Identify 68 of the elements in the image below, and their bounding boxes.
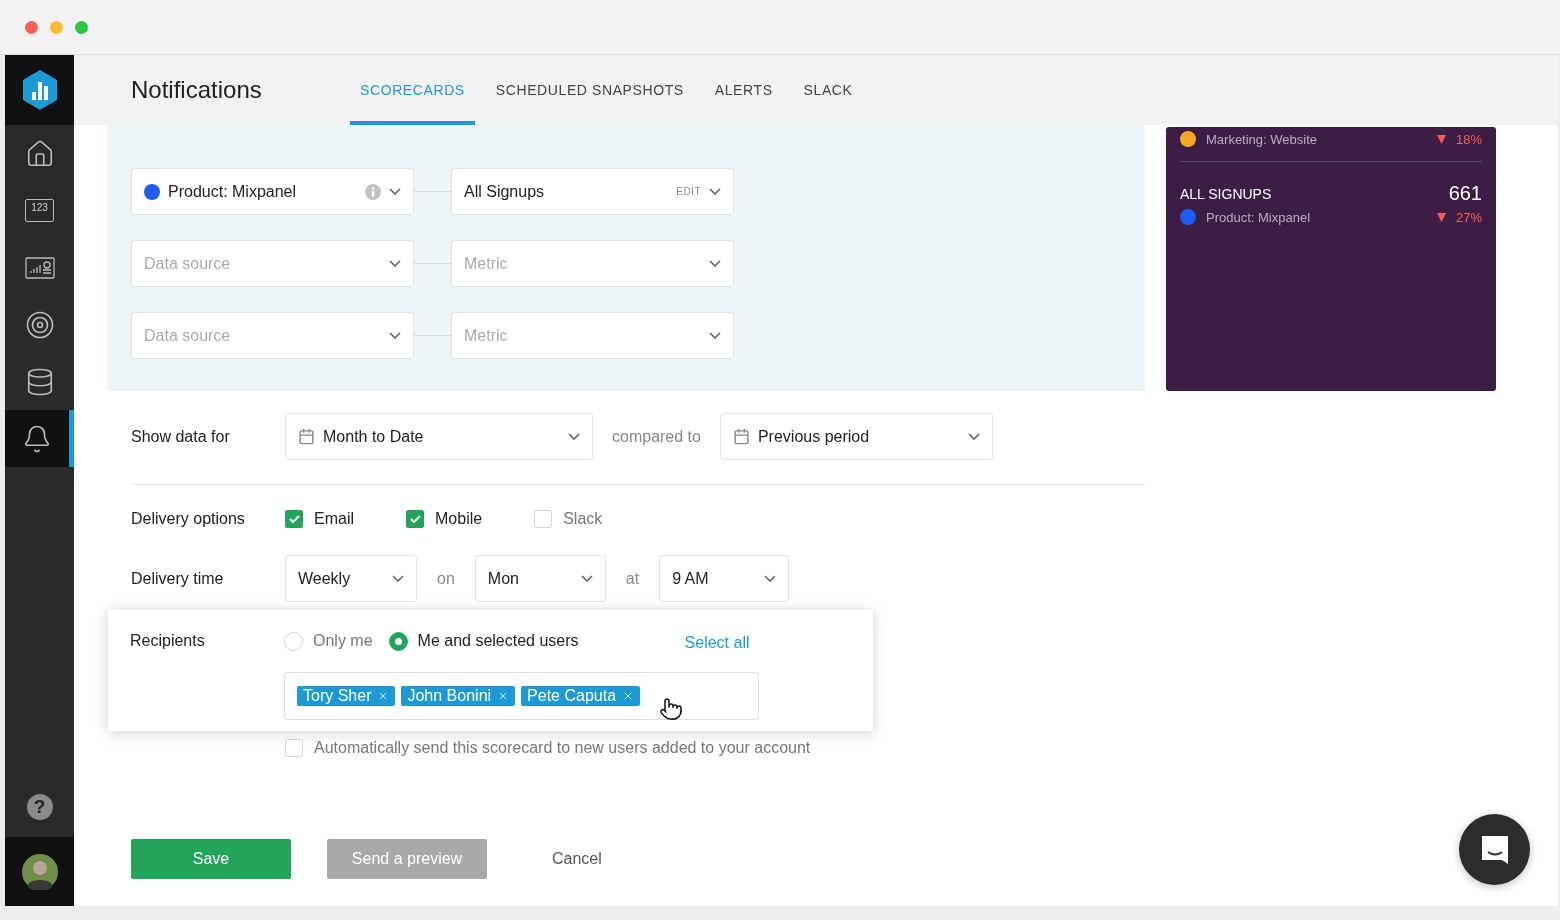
chevron-down-icon <box>389 260 401 267</box>
metric-source: Product: Mixpanel <box>1206 209 1312 225</box>
checkbox-label: Slack <box>563 509 603 528</box>
field-label: Recipients <box>130 632 206 650</box>
chevron-down-icon <box>709 188 721 195</box>
tab[interactable]: ALERTS <box>704 55 783 125</box>
metric-source: Marketing: Website <box>1206 131 1319 147</box>
chevron-down-icon <box>709 332 721 339</box>
checkbox[interactable] <box>406 509 424 528</box>
sidebar-item[interactable] <box>5 410 74 467</box>
numbers-icon: 123 <box>25 199 54 222</box>
metric-select[interactable]: All Signups EDIT <box>451 168 734 215</box>
chevron-down-icon <box>580 575 593 582</box>
user-tag: Tory Sher <box>297 686 396 706</box>
comparison-select[interactable]: Previous period <box>719 413 993 460</box>
calendar-icon <box>298 428 315 445</box>
logo-icon[interactable] <box>20 69 59 111</box>
zoom-window-button[interactable] <box>75 20 88 34</box>
page-title: Notifications <box>131 76 263 104</box>
chevron-down-icon <box>392 575 404 582</box>
field-label: Delivery time <box>131 569 225 588</box>
chevron-down-icon <box>764 575 777 582</box>
checkbox-label: Automatically send this scorecard to new users added to your account <box>314 739 811 757</box>
check-icon <box>409 514 421 523</box>
tab[interactable]: SLACK <box>793 55 863 125</box>
field-label: on <box>437 569 455 588</box>
metric-title: ALL SIGNUPS <box>1180 185 1273 202</box>
checkbox-label: Mobile <box>435 509 483 528</box>
field-label: compared to <box>612 427 701 446</box>
radio-label: Me and selected users <box>417 632 579 650</box>
cancel-button[interactable]: Cancel <box>546 849 608 869</box>
metric-change: 27% <box>1455 209 1482 225</box>
metric-value: 661 <box>1448 182 1482 205</box>
user-tag: John Bonini <box>401 686 516 706</box>
chevron-down-icon <box>389 332 401 339</box>
data-source-select[interactable]: Product: Mixpanel <box>131 168 414 215</box>
radio-button[interactable] <box>388 631 408 651</box>
field-label: Delivery options <box>131 509 246 528</box>
bell-icon <box>22 423 52 454</box>
edit-link[interactable]: EDIT <box>676 186 701 197</box>
day-select[interactable]: Mon <box>474 555 606 602</box>
close-window-button[interactable] <box>25 20 38 34</box>
field-label: Show data for <box>131 427 231 446</box>
radio-label: Only me <box>313 632 373 650</box>
avatar[interactable] <box>21 853 58 890</box>
down-triangle-icon <box>1436 212 1446 222</box>
chevron-down-icon <box>967 433 980 440</box>
tab[interactable]: SCHEDULED SNAPSHOTS <box>485 55 694 125</box>
calendar-icon <box>732 428 750 445</box>
chat-button[interactable] <box>1459 814 1530 885</box>
user-tag: Pete Caputa <box>521 686 641 706</box>
field-label: at <box>625 569 640 588</box>
chevron-down-icon <box>709 260 721 267</box>
checkbox[interactable] <box>285 509 303 528</box>
metric-change: 18% <box>1455 131 1482 147</box>
target-icon <box>24 309 55 340</box>
chevron-down-icon <box>389 188 401 195</box>
chevron-down-icon <box>568 433 580 440</box>
time-select[interactable]: 9 AM <box>659 555 790 602</box>
frequency-select[interactable]: Weekly <box>285 555 417 602</box>
down-triangle-icon <box>1436 134 1446 144</box>
sidebar-item[interactable]: 123 <box>5 182 74 239</box>
dashboard-icon <box>24 256 55 279</box>
period-select[interactable]: Month to Date <box>285 413 593 460</box>
check-icon <box>288 514 300 523</box>
help-button[interactable]: ? <box>26 794 53 820</box>
hand-cursor-icon <box>659 697 683 721</box>
checkbox-label: Email <box>314 509 354 528</box>
